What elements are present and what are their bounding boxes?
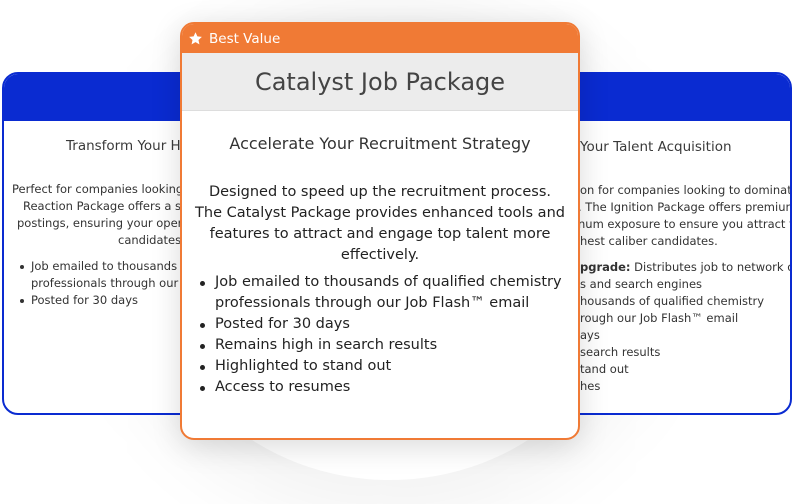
description-line: num exposure to ensure you attract the [578,217,792,231]
feature-item: hes [580,379,601,393]
best-value-badge: Best Value [182,24,578,53]
feature-item: rough our Job Flash™ email [580,311,739,325]
badge-label: Best Value [209,30,281,47]
description-line: Perfect for companies looking to [12,182,199,196]
package-subtitle: Accelerate Your Recruitment Strategy [229,134,531,153]
feature-item: Access to resumes [200,377,578,398]
feature-item: Job emailed to thousands of qualified ch… [200,272,578,314]
description-line: postings, ensuring your opening [17,216,203,230]
feature-list: Job emailed to thousands of qualified ch… [182,272,578,398]
feature-item: Remains high in search results [200,335,578,356]
feature-item: ays [580,328,600,342]
feature-item: tand out [580,362,629,376]
description-line: Reaction Package offers a stre [23,199,198,213]
description-line: hest caliber candidates. [580,234,718,248]
feature-item: s and search engines [580,277,703,291]
feature-item: Posted for 30 days [20,292,138,309]
feature-item-cont: professionals through our Jo [31,276,193,290]
feature-item: housands of qualified chemistry [580,294,765,308]
star-icon [189,32,202,45]
card-subtitle: Your Talent Acquisition [580,139,732,155]
card-subtitle: Transform Your H [66,138,181,154]
feature-item: search results [580,345,661,359]
feature-item: Posted for 30 days [200,314,578,335]
feature-item: pgrade: Distributes job to network of [580,260,792,274]
package-title: Catalyst Job Package [182,53,578,111]
catalyst-package-card[interactable]: Best Value Catalyst Job Package Accelera… [180,22,580,440]
feature-item: Highlighted to stand out [200,356,578,377]
description-line: . The Ignition Package offers premium [578,200,792,214]
feature-item: Job emailed to thousands of [20,258,192,275]
description-line: on for companies looking to dominate [580,183,792,197]
package-description: Designed to speed up the recruitment pro… [195,184,565,263]
